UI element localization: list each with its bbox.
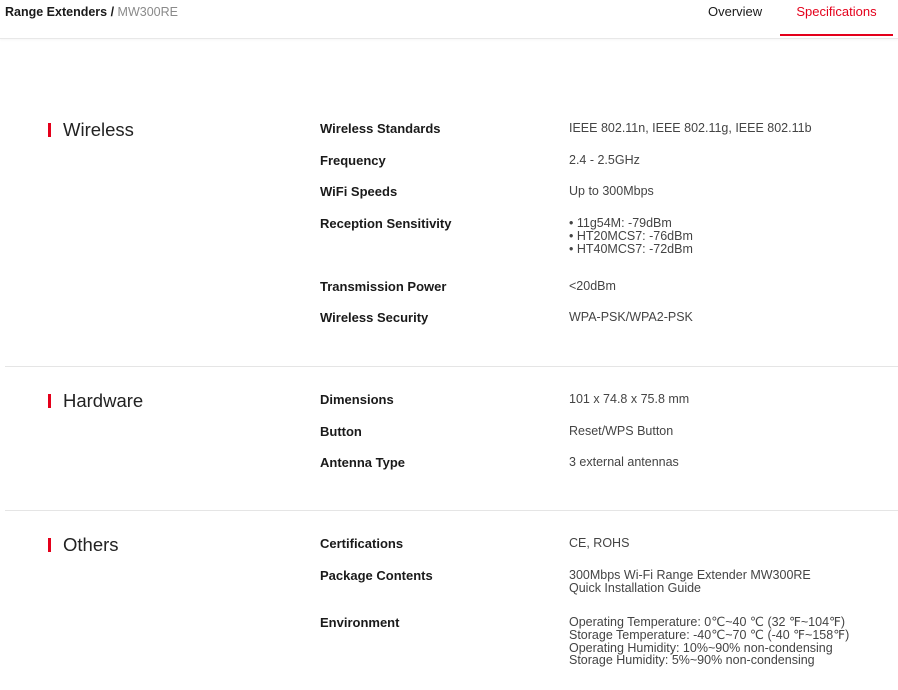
spec-value-line: 101 x 74.8 x 75.8 mm: [569, 392, 690, 406]
breadcrumb-separator: /: [107, 5, 118, 19]
spec-value-package-contents: 300Mbps Wi-Fi Range Extender MW300RE Qui…: [569, 569, 811, 595]
spec-label-wireless-standards: Wireless Standards: [320, 121, 441, 136]
top-nav-bar: Range Extenders / MW300RE Overview Speci…: [0, 0, 898, 39]
spec-value-line: IEEE 802.11n, IEEE 802.11g, IEEE 802.11b: [569, 121, 812, 135]
spec-value-wireless-standards: IEEE 802.11n, IEEE 802.11g, IEEE 802.11b: [569, 122, 812, 135]
spec-value-environment: Operating Temperature: 0℃~40 ℃ (32 ℉~104…: [569, 616, 849, 667]
spec-value-antenna-type: 3 external antennas: [569, 456, 679, 469]
spec-value-line: • HT40MCS7: -72dBm: [569, 241, 693, 256]
spec-label-frequency: Frequency: [320, 153, 386, 168]
spec-value-wireless-security: WPA-PSK/WPA2-PSK: [569, 311, 693, 324]
section-title-others: Others: [45, 534, 119, 556]
spec-label-certifications: Certifications: [320, 536, 404, 551]
section-accent-bar: [48, 394, 51, 408]
section-title-text: Hardware: [63, 390, 144, 411]
spec-value-line: Storage Temperature: -40℃~70 ℃ (-40 ℉~15…: [569, 627, 850, 642]
spec-label-environment: Environment: [320, 615, 400, 630]
tab-overview[interactable]: Overview: [708, 4, 762, 36]
breadcrumb-parent-link[interactable]: Range Extenders: [5, 5, 107, 19]
spec-value-line: Reset/WPS Button: [569, 424, 674, 438]
section-title-hardware: Hardware: [45, 390, 143, 412]
spec-label-dimensions: Dimensions: [320, 392, 394, 407]
spec-label-reception-sensitivity: Reception Sensitivity: [320, 216, 452, 231]
spec-value-line: WPA-PSK/WPA2-PSK: [569, 310, 693, 324]
spec-label-package-contents: Package Contents: [320, 568, 433, 583]
spec-value-line: Storage Humidity: 5%~90% non-condensing: [569, 653, 815, 668]
spec-value-certifications: CE, ROHS: [569, 537, 629, 550]
spec-label-transmission-power: Transmission Power: [320, 279, 447, 294]
spec-value-frequency: 2.4 - 2.5GHz: [569, 154, 640, 167]
spec-label-antenna-type: Antenna Type: [320, 455, 405, 470]
spec-value-reception-sensitivity: • 11g54M: -79dBm • HT20MCS7: -76dBm • HT…: [569, 217, 693, 255]
breadcrumb-current: MW300RE: [117, 5, 178, 19]
spec-value-button: Reset/WPS Button: [569, 425, 673, 438]
spec-value-line: Operating Temperature: 0℃~40 ℃ (32 ℉~104…: [569, 615, 846, 629]
section-divider: [5, 510, 898, 511]
section-accent-bar: [48, 538, 51, 552]
spec-value-line: CE, ROHS: [569, 536, 630, 550]
spec-value-transmission-power: <20dBm: [569, 280, 616, 293]
spec-label-wifi-speeds: WiFi Speeds: [320, 184, 398, 199]
breadcrumb: Range Extenders / MW300RE: [5, 4, 178, 20]
section-title-wireless: Wireless: [45, 119, 134, 141]
section-title-text: Others: [63, 534, 119, 555]
section-divider: [5, 366, 898, 367]
spec-value-line: • 11g54M: -79dBm: [569, 216, 672, 230]
spec-value-line: 300Mbps Wi-Fi Range Extender MW300RE: [569, 568, 811, 582]
section-accent-bar: [48, 123, 51, 137]
spec-value-dimensions: 101 x 74.8 x 75.8 mm: [569, 393, 689, 406]
spec-label-button: Button: [320, 424, 362, 439]
spec-value-line: 3 external antennas: [569, 455, 679, 469]
spec-label-wireless-security: Wireless Security: [320, 310, 429, 325]
spec-value-line: Quick Installation Guide: [569, 580, 702, 595]
spec-value-line: • HT20MCS7: -76dBm: [569, 228, 693, 243]
spec-value-wifi-speeds: Up to 300Mbps: [569, 185, 654, 198]
spec-value-line: 2.4 - 2.5GHz: [569, 153, 640, 167]
spec-value-line: <20dBm: [569, 279, 616, 293]
tab-specifications[interactable]: Specifications: [780, 4, 893, 36]
spec-value-line: Up to 300Mbps: [569, 184, 654, 198]
section-title-text: Wireless: [63, 119, 134, 140]
